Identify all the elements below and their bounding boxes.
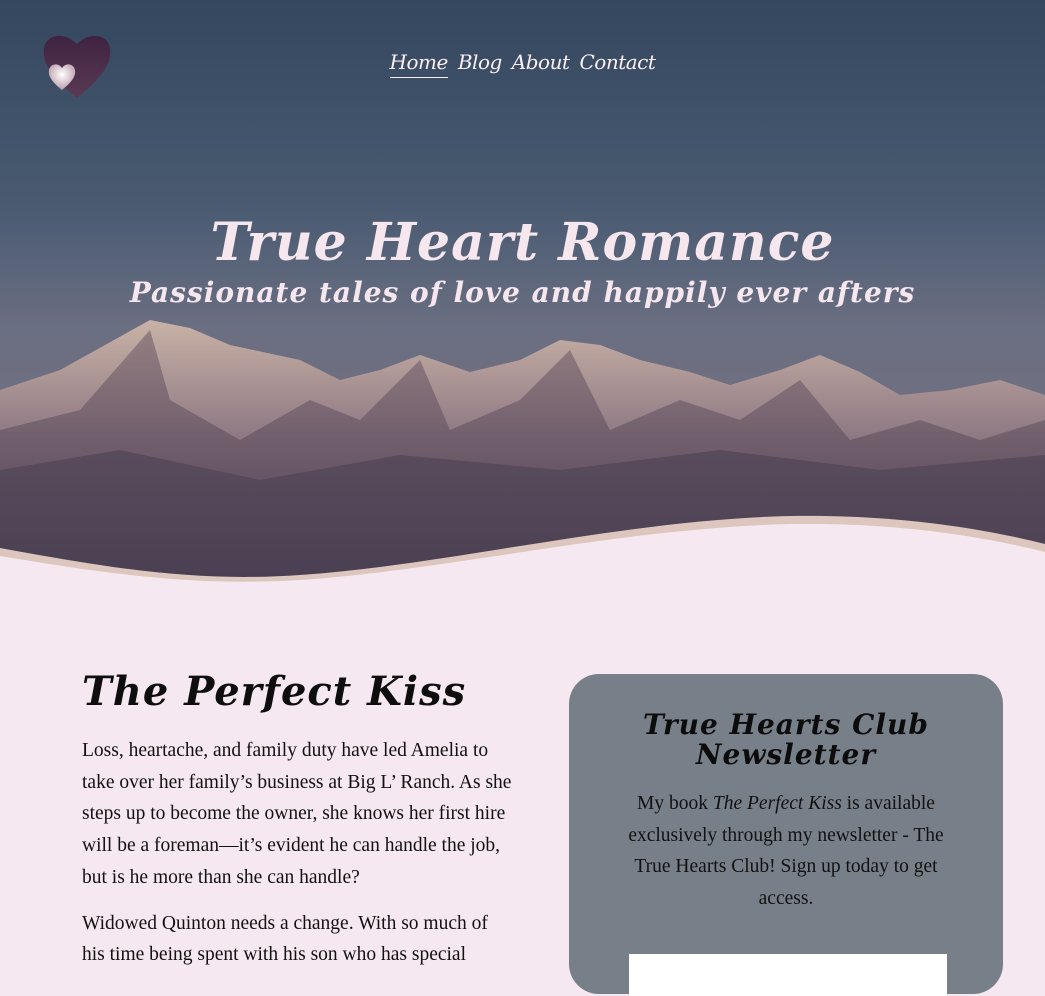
nav-item-home[interactable]: Home — [389, 50, 448, 78]
book-title: The Perfect Kiss — [82, 668, 467, 715]
site-title: True Heart Romance — [210, 212, 835, 273]
nav-item-contact[interactable]: Contact — [580, 50, 656, 78]
newsletter-book-name: The Perfect Kiss — [712, 793, 842, 814]
hero-section: Home Blog About Contact True Heart Roman… — [0, 0, 1045, 600]
nav-item-about[interactable]: About — [512, 50, 570, 78]
main-nav: Home Blog About Contact — [0, 50, 1045, 78]
email-field[interactable] — [629, 954, 947, 996]
nav-item-blog[interactable]: Blog — [458, 50, 502, 78]
newsletter-title: True Hearts Club Newsletter — [643, 708, 929, 771]
newsletter-description: My book The Perfect Kiss is available ex… — [617, 788, 955, 915]
site-tagline: Passionate tales of love and happily eve… — [129, 276, 916, 309]
book-description-paragraph: Loss, heartache, and family duty have le… — [82, 740, 512, 888]
book-description-paragraph: Widowed Quinton needs a change. With so … — [82, 912, 488, 966]
book-section: The Perfect Kiss Loss, heartache, and fa… — [82, 668, 512, 985]
newsletter-card: True Hearts Club Newsletter My book The … — [569, 674, 1003, 996]
newsletter-text: My book — [637, 793, 713, 814]
